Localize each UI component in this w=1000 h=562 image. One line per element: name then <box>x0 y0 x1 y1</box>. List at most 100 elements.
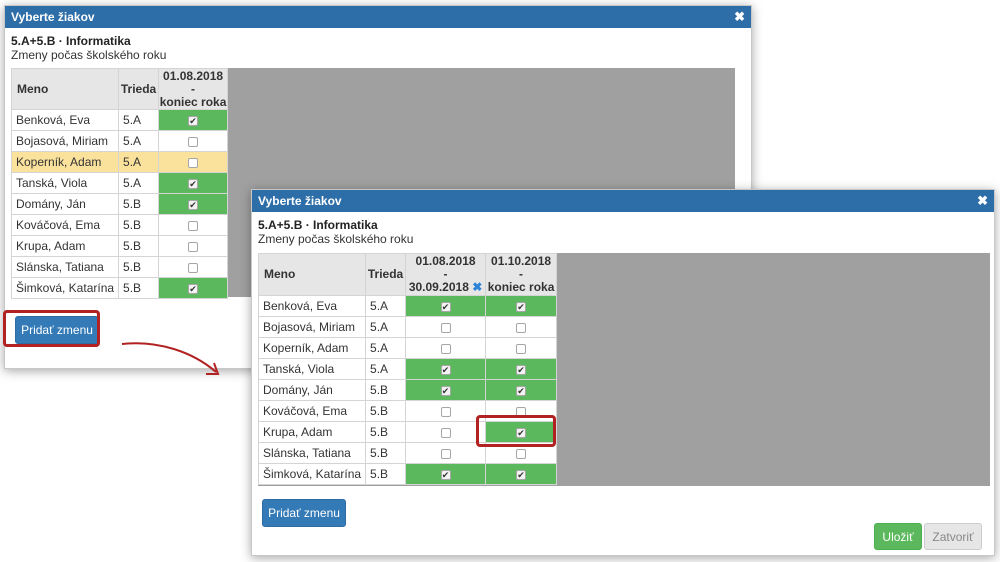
close-button[interactable]: Zatvoriť <box>924 523 982 550</box>
checkbox-empty-icon[interactable] <box>188 136 199 147</box>
student-table: Meno Trieda 01.08.2018 - koniec roka Ben… <box>10 68 229 299</box>
student-class: 5.B <box>118 235 160 257</box>
selection-cell[interactable] <box>158 214 229 236</box>
close-icon[interactable]: ✖ <box>977 190 988 212</box>
selection-cell[interactable]: ✔ <box>485 358 558 380</box>
selection-cell[interactable] <box>485 316 558 338</box>
selection-cell[interactable]: ✔ <box>158 277 229 299</box>
student-name: Bojasová, Miriam <box>257 316 367 338</box>
student-name: Slánska, Tatiana <box>10 256 120 278</box>
selection-cell[interactable]: ✔ <box>405 463 487 485</box>
selection-cell[interactable] <box>158 151 229 173</box>
selection-cell[interactable]: ✔ <box>158 193 229 215</box>
checkbox-checked-icon[interactable]: ✔ <box>516 364 527 375</box>
table-row: Tanská, Viola 5.A ✔ ✔ <box>257 358 558 380</box>
checkbox-empty-icon[interactable] <box>188 241 199 252</box>
checkbox-empty-icon[interactable] <box>516 322 527 333</box>
checkbox-checked-icon[interactable]: ✔ <box>188 115 199 126</box>
checkbox-checked-icon[interactable]: ✔ <box>440 385 451 396</box>
table-row: Benková, Eva 5.A ✔ <box>10 109 229 131</box>
checkbox-checked-icon[interactable]: ✔ <box>516 469 527 480</box>
selection-cell[interactable] <box>158 235 229 257</box>
checkbox-empty-icon[interactable] <box>440 322 451 333</box>
student-class: 5.A <box>365 295 407 317</box>
checkbox-checked-icon[interactable]: ✔ <box>516 301 527 312</box>
column-header-period-1: 01.08.2018 - 30.09.2018 ✖ <box>405 253 487 296</box>
student-name: Kováčová, Ema <box>10 214 120 236</box>
student-class: 5.B <box>365 379 407 401</box>
selection-cell[interactable]: ✔ <box>405 358 487 380</box>
period-1-end: 30.09.2018 <box>408 280 469 294</box>
selection-cell[interactable] <box>405 337 487 359</box>
student-table: Meno Trieda 01.08.2018 - 30.09.2018 ✖ 01… <box>257 253 558 485</box>
checkbox-checked-icon[interactable]: ✔ <box>516 385 527 396</box>
period-start: 01.08.2018 <box>163 68 224 83</box>
checkbox-checked-icon[interactable]: ✔ <box>188 199 199 210</box>
student-class: 5.B <box>365 442 407 464</box>
annotation-arrow <box>121 342 220 375</box>
selection-cell[interactable] <box>158 256 229 278</box>
close-icon[interactable]: ✖ <box>734 6 745 28</box>
period-dash: - <box>191 81 196 96</box>
selection-cell[interactable] <box>158 130 229 152</box>
checkbox-empty-icon[interactable] <box>188 220 199 231</box>
selection-cell[interactable]: ✔ <box>485 295 558 317</box>
selection-cell[interactable]: ✔ <box>485 463 558 485</box>
checkbox-empty-icon[interactable] <box>516 448 527 459</box>
selection-cell[interactable]: ✔ <box>158 172 229 194</box>
column-header-name: Meno <box>257 253 367 296</box>
student-class: 5.B <box>365 421 407 443</box>
checkbox-empty-icon[interactable] <box>440 406 451 417</box>
student-selection-dialog-after: Vyberte žiakov ✖ 5.A+5.B · Informatika Z… <box>251 189 995 556</box>
checkbox-empty-icon[interactable] <box>440 343 451 354</box>
student-grid-area: Meno Trieda 01.08.2018 - 30.09.2018 ✖ 01… <box>257 253 990 486</box>
period-2-end: koniec roka <box>487 280 555 294</box>
selection-cell[interactable] <box>405 421 487 443</box>
selection-cell[interactable] <box>405 400 487 422</box>
table-row: Domány, Ján 5.B ✔ ✔ <box>257 379 558 401</box>
add-change-button[interactable]: Pridať zmenu <box>262 499 346 527</box>
checkbox-empty-icon[interactable] <box>440 427 451 438</box>
table-row: Šimková, Katarína 5.B ✔ ✔ <box>257 463 558 485</box>
student-name: Krupa, Adam <box>10 235 120 257</box>
dialog-title-bar: Vyberte žiakov ✖ <box>252 190 994 212</box>
selection-cell[interactable] <box>405 442 487 464</box>
table-row: Benková, Eva 5.A ✔ ✔ <box>257 295 558 317</box>
checkbox-checked-icon[interactable]: ✔ <box>440 364 451 375</box>
remove-period-icon[interactable]: ✖ <box>472 280 482 294</box>
table-row: Kováčová, Ema 5.B <box>10 214 229 236</box>
annotation-arrow-line <box>121 342 217 373</box>
course-subtitle: Zmeny počas školského roku <box>258 232 414 246</box>
checkbox-checked-icon[interactable]: ✔ <box>188 283 199 294</box>
checkbox-empty-icon[interactable] <box>440 448 451 459</box>
selection-cell[interactable]: ✔ <box>485 379 558 401</box>
student-class: 5.A <box>365 316 407 338</box>
table-row: Domány, Ján 5.B ✔ <box>10 193 229 215</box>
course-title: 5.A+5.B · Informatika <box>11 34 131 48</box>
selection-cell[interactable]: ✔ <box>405 379 487 401</box>
selection-cell[interactable]: ✔ <box>158 109 229 131</box>
column-header-period-2: 01.10.2018 - koniec roka <box>485 253 558 296</box>
table-row: Tanská, Viola 5.A ✔ <box>10 172 229 194</box>
checkbox-empty-icon[interactable] <box>188 157 199 168</box>
student-name: Koperník, Adam <box>257 337 367 359</box>
checkbox-checked-icon[interactable]: ✔ <box>440 469 451 480</box>
table-row: Šimková, Katarína 5.B ✔ <box>10 277 229 299</box>
student-class: 5.B <box>118 277 160 299</box>
student-name: Benková, Eva <box>10 109 120 131</box>
checkbox-checked-icon[interactable]: ✔ <box>440 301 451 312</box>
selection-cell[interactable] <box>405 316 487 338</box>
selection-cell[interactable]: ✔ <box>405 295 487 317</box>
table-row: Bojasová, Miriam 5.A <box>10 130 229 152</box>
checkbox-empty-icon[interactable] <box>188 262 199 273</box>
table-row: Bojasová, Miriam 5.A <box>257 316 558 338</box>
selection-cell[interactable] <box>485 337 558 359</box>
save-button[interactable]: Uložiť <box>874 523 922 550</box>
student-name: Kováčová, Ema <box>257 400 367 422</box>
dialog-title: Vyberte žiakov <box>258 194 342 208</box>
table-row: Slánska, Tatiana 5.B <box>10 256 229 278</box>
checkbox-empty-icon[interactable] <box>516 343 527 354</box>
student-class: 5.A <box>365 358 407 380</box>
student-class: 5.B <box>118 193 160 215</box>
checkbox-checked-icon[interactable]: ✔ <box>188 178 199 189</box>
